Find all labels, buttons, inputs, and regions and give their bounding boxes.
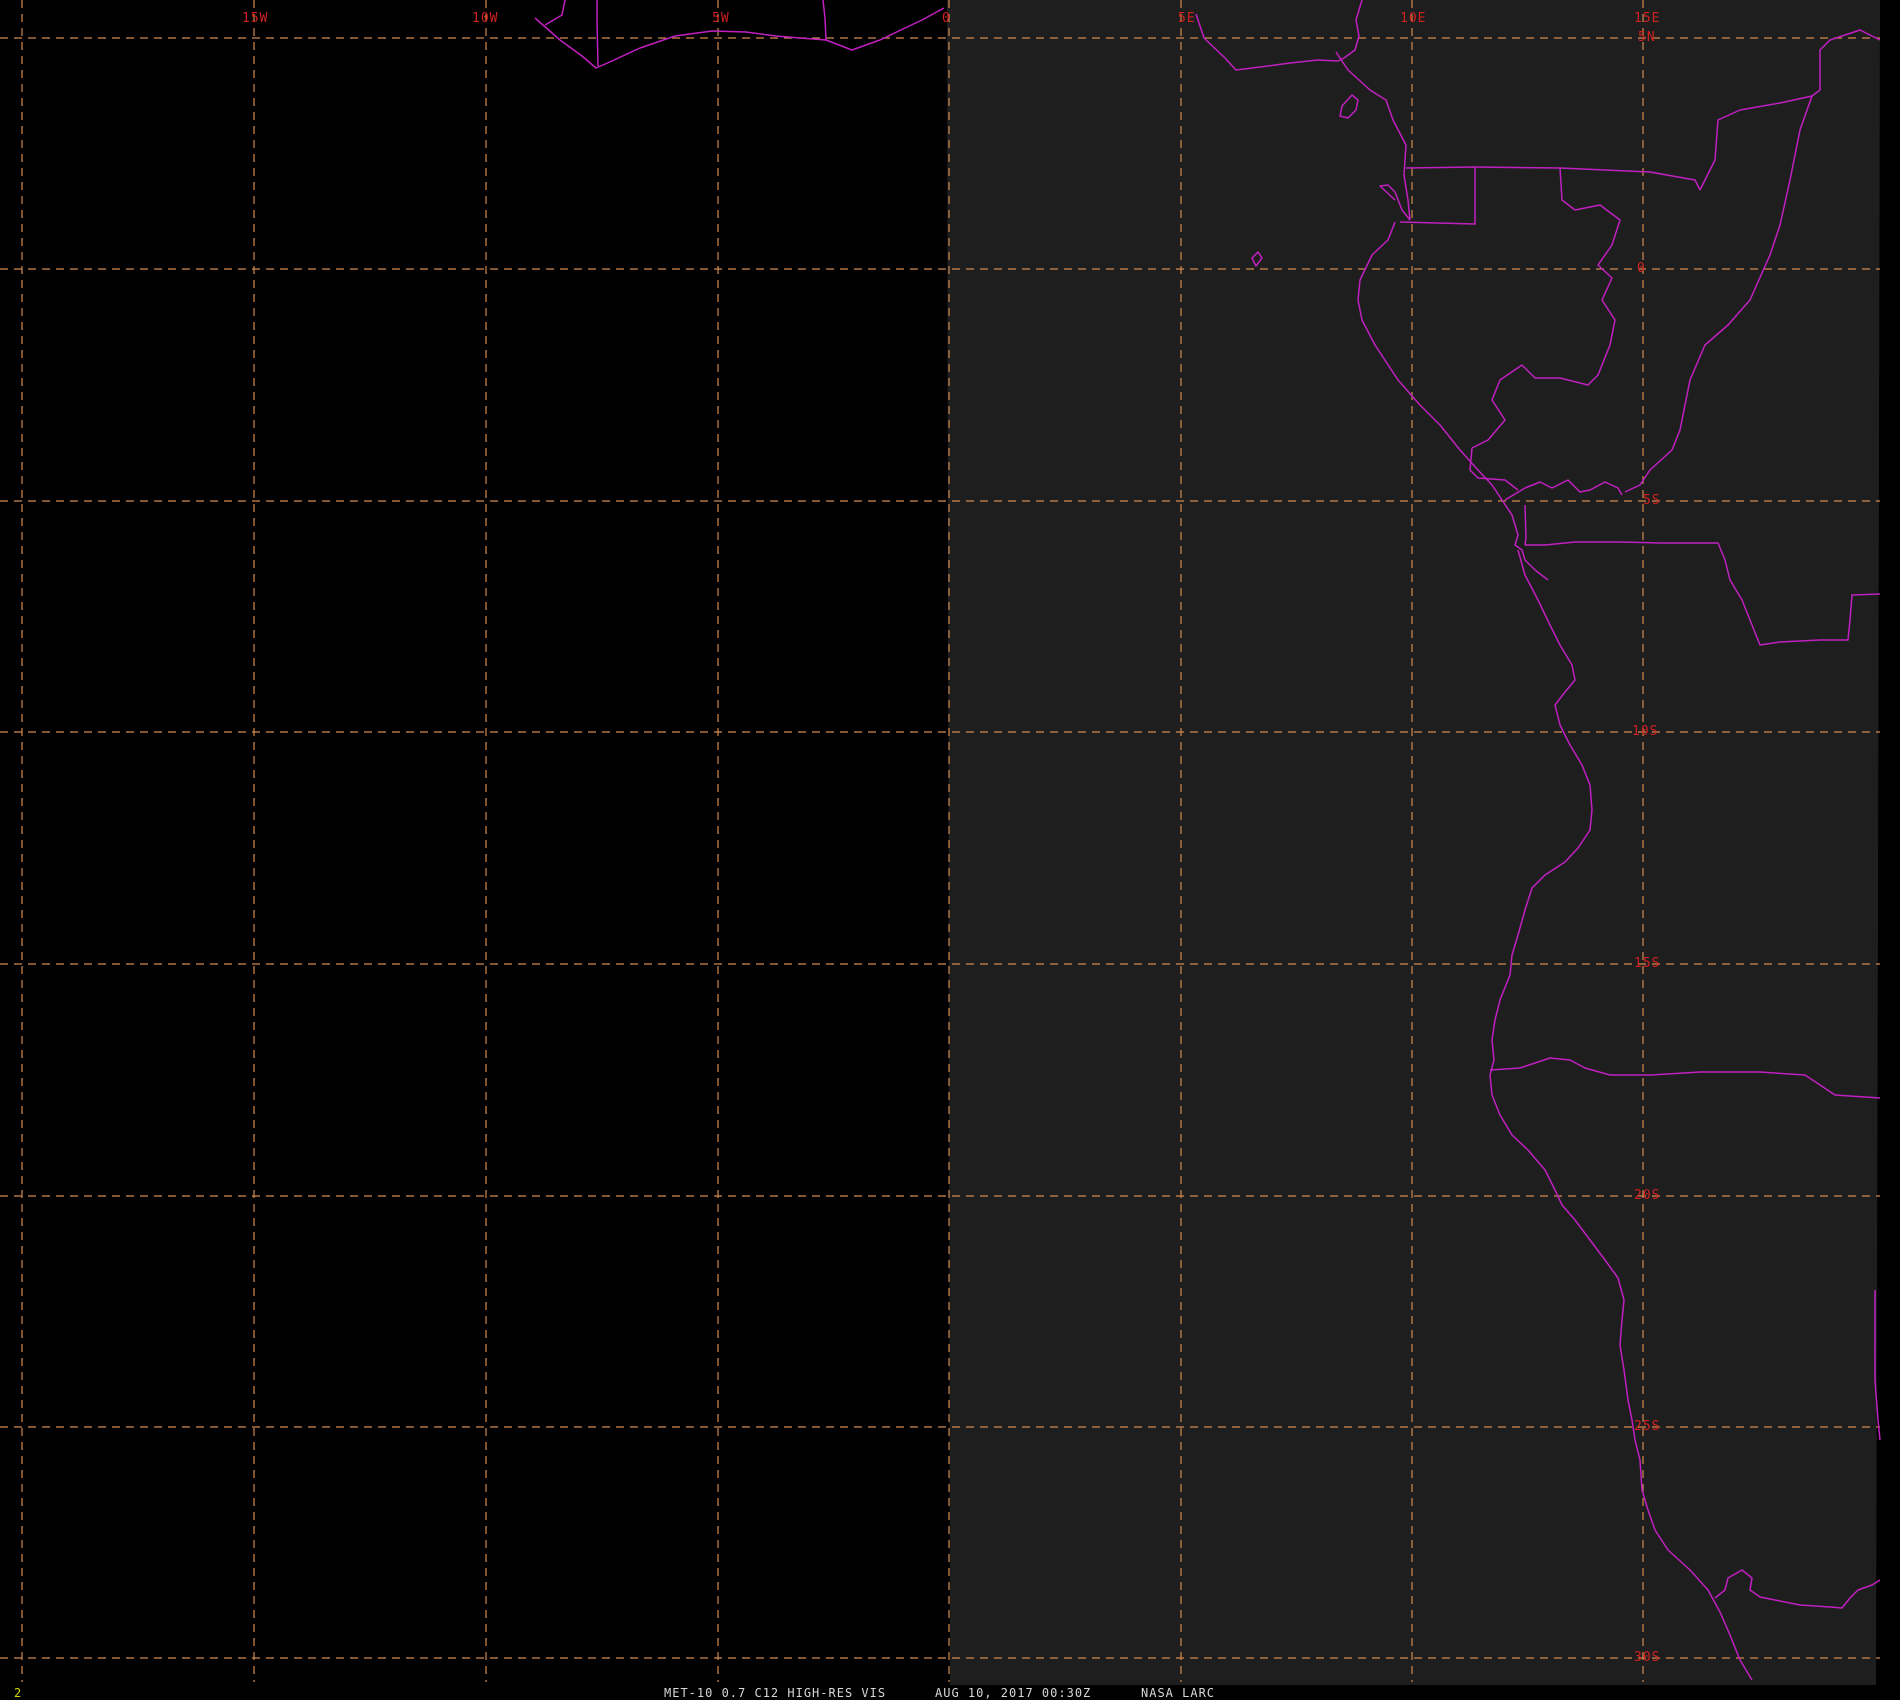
lon-label-10e: 10E [1400,11,1426,26]
lon-label-5e: 5E [1178,11,1196,26]
lat-label-0: 0 [1637,261,1646,276]
lat-label-30s: 30S [1634,1650,1660,1665]
lon-label-15w: 15W [242,11,268,26]
lat-label-5s: 5S [1643,493,1661,508]
lat-label-25s: 25S [1634,1419,1660,1434]
lon-label-5w: 5W [712,11,730,26]
lon-label-0: 0 [942,11,951,26]
lat-label-15s: 15S [1634,956,1660,971]
lat-label-10s: 10S [1632,724,1658,739]
border-line [1524,504,1527,546]
lon-label-10w: 10W [472,11,498,26]
lat-label-5n: 5N [1638,30,1656,45]
datetime-label: AUG 10, 2017 00:30Z [935,1686,1091,1700]
lon-label-15e: 15E [1634,11,1660,26]
lat-label-20s: 20S [1634,1188,1660,1203]
satellite-map: 15W 10W 5W 0 5E 10E 15E 5N 0 5S 10S 15S … [0,0,1900,1700]
imagery-swath [947,0,1880,1685]
satellite-product-label: MET-10 0.7 C12 HIGH-RES VIS [664,1686,886,1700]
frame-number: 2 [14,1686,22,1700]
credit-label: NASA LARC [1141,1686,1215,1700]
